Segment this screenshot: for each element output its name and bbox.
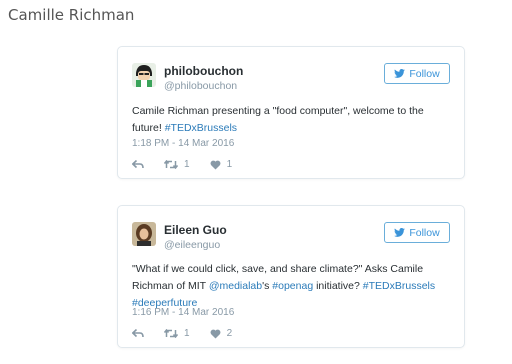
tweet-text-segment: initiative? [313, 280, 363, 292]
tweet-actions: 1 2 [132, 328, 252, 339]
avatar[interactable] [132, 222, 156, 246]
retweet-button[interactable]: 1 [164, 159, 190, 170]
tweet-timestamp[interactable]: 1:16 PM - 14 Mar 2016 [132, 307, 234, 318]
like-count: 1 [226, 159, 233, 170]
avatar[interactable] [132, 63, 156, 87]
reply-icon [132, 329, 144, 338]
tweet-timestamp[interactable]: 1:18 PM - 14 Mar 2016 [132, 138, 234, 149]
like-button[interactable]: 2 [210, 328, 233, 339]
retweet-count: 1 [184, 328, 190, 339]
twitter-bird-icon [394, 69, 406, 78]
like-button[interactable]: 1 [210, 159, 233, 170]
mention-link[interactable]: @medialab [209, 280, 262, 292]
retweet-count: 1 [184, 159, 190, 170]
follow-label: Follow [409, 226, 440, 239]
tweet-actions: 1 1 [132, 159, 252, 170]
author-handle[interactable]: @eileenguo [164, 239, 220, 251]
reply-button[interactable] [132, 160, 144, 169]
author-name[interactable]: Eileen Guo [164, 223, 227, 237]
follow-label: Follow [409, 67, 440, 80]
author-name[interactable]: philobouchon [164, 64, 243, 78]
tweet-card: Eileen Guo @eileenguo Follow "What if we… [117, 205, 465, 348]
retweet-icon [164, 160, 178, 169]
reply-button[interactable] [132, 329, 144, 338]
reply-icon [132, 160, 144, 169]
hashtag-link[interactable]: #TEDxBrussels [165, 122, 237, 134]
hashtag-link[interactable]: #openag [272, 280, 313, 292]
retweet-button[interactable]: 1 [164, 328, 190, 339]
tweet-text-segment: 's [262, 280, 273, 292]
like-count: 2 [226, 328, 233, 339]
heart-icon [210, 329, 221, 338]
heart-icon [210, 160, 221, 169]
page-title: Camille Richman [8, 6, 135, 24]
retweet-icon [164, 329, 178, 338]
twitter-bird-icon [394, 228, 406, 237]
tweet-card: philobouchon @philobouchon Follow Camile… [117, 46, 465, 179]
tweet-text: Camile Richman presenting a "food comput… [132, 103, 448, 137]
follow-button[interactable]: Follow [384, 222, 450, 243]
hashtag-link[interactable]: #TEDxBrussels [363, 280, 435, 292]
author-handle[interactable]: @philobouchon [164, 80, 237, 92]
follow-button[interactable]: Follow [384, 63, 450, 84]
tweet-text: "What if we could click, save, and share… [132, 261, 448, 312]
